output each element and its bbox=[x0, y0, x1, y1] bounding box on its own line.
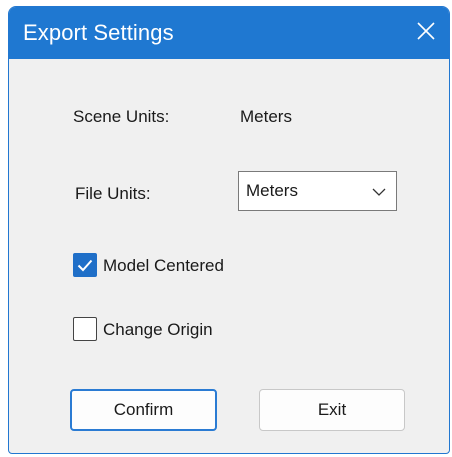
close-icon bbox=[417, 21, 435, 45]
title-bar[interactable]: Export Settings bbox=[9, 7, 449, 59]
scene-units-label: Scene Units: bbox=[73, 107, 170, 126]
close-button[interactable] bbox=[403, 7, 449, 59]
file-units-selected-value: Meters bbox=[246, 181, 298, 200]
chevron-down-icon[interactable] bbox=[368, 181, 390, 203]
scene-units-value: Meters bbox=[240, 107, 292, 126]
change-origin-checkbox[interactable] bbox=[73, 317, 97, 341]
checkmark-icon bbox=[74, 254, 96, 276]
model-centered-label[interactable]: Model Centered bbox=[103, 255, 224, 277]
confirm-button[interactable]: Confirm bbox=[70, 389, 217, 431]
dialog-title: Export Settings bbox=[23, 20, 174, 45]
exit-button[interactable]: Exit bbox=[259, 389, 405, 431]
file-units-label: File Units: bbox=[75, 184, 151, 203]
file-units-select[interactable]: Meters bbox=[238, 171, 397, 211]
change-origin-label[interactable]: Change Origin bbox=[103, 319, 213, 341]
export-settings-dialog: Export Settings Scene Units: Meters File… bbox=[8, 6, 450, 454]
model-centered-checkbox[interactable] bbox=[73, 253, 97, 277]
